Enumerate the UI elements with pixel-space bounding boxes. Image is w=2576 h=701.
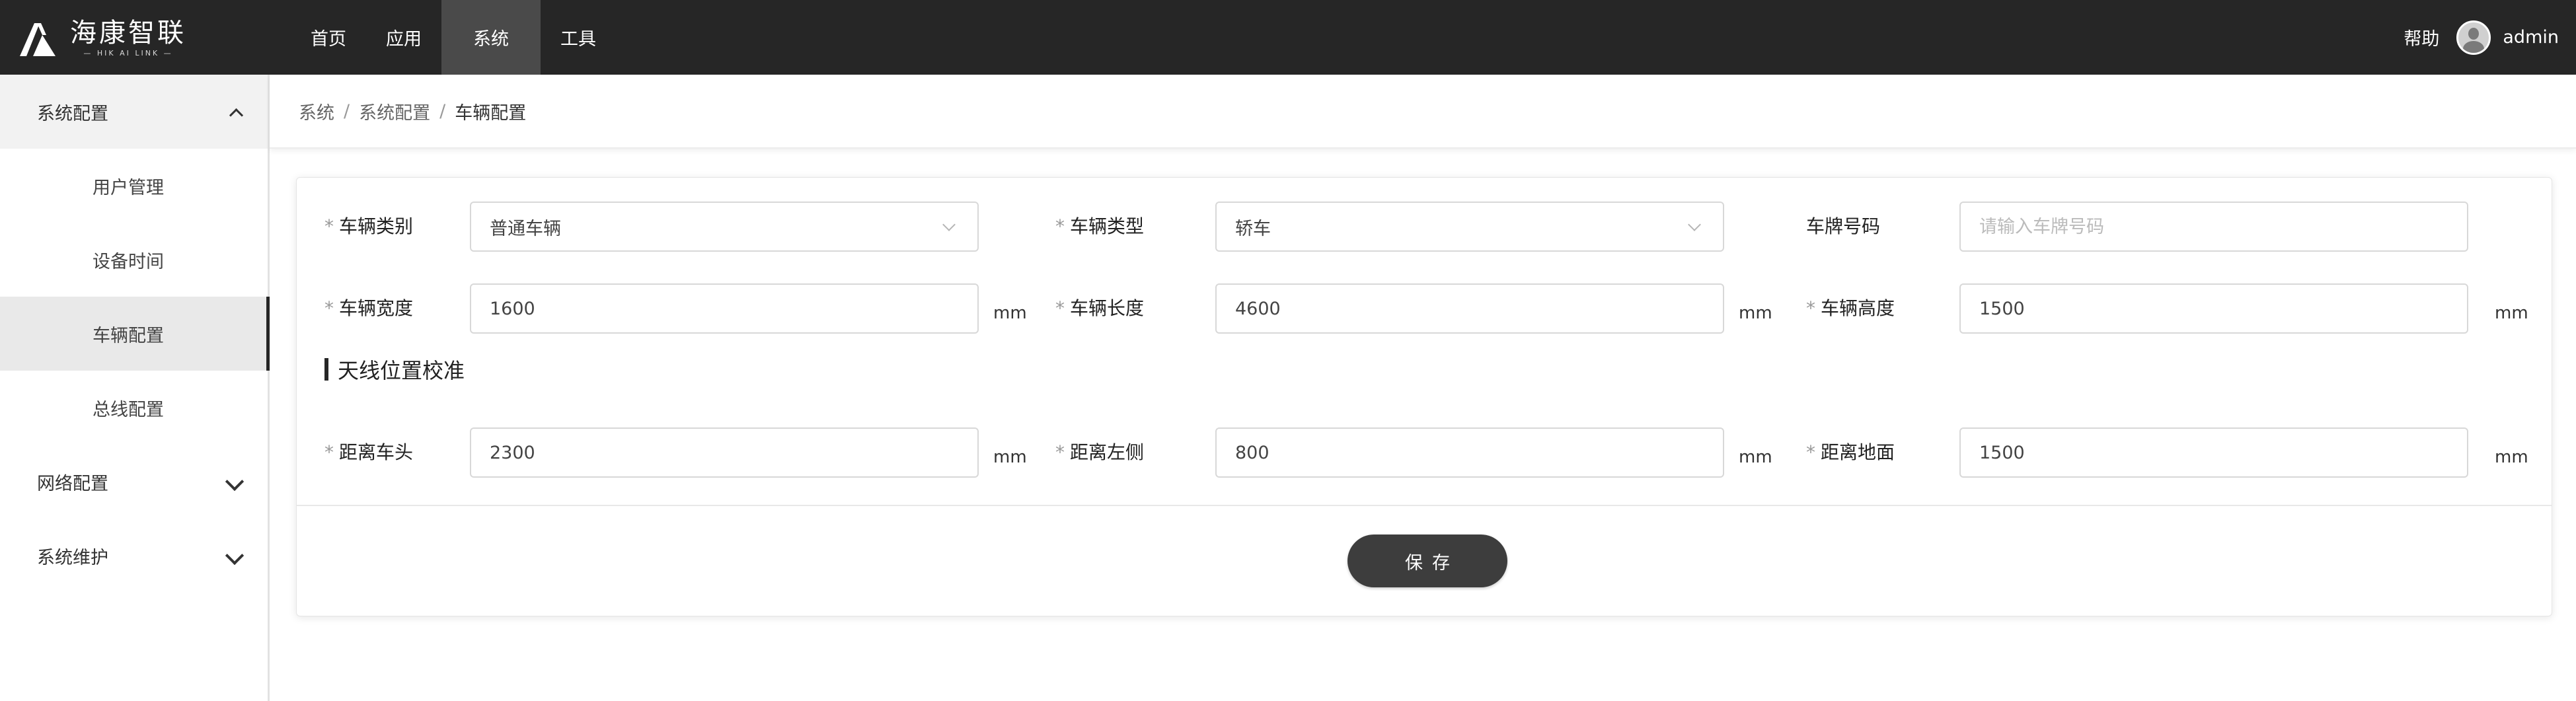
- vehicle-type-label: * 车辆类型: [1055, 215, 1145, 237]
- user-avatar-icon[interactable]: [2456, 20, 2491, 55]
- vehicle-width-label: * 车辆宽度: [324, 297, 414, 319]
- distance-ground-label: * 距离地面: [1806, 441, 1895, 463]
- vehicle-height-input[interactable]: [1979, 298, 2435, 319]
- required-mark: *: [1055, 297, 1065, 319]
- distance-front-field[interactable]: [470, 427, 979, 478]
- chevron-up-icon: [229, 108, 244, 123]
- nav-system[interactable]: 系统: [441, 0, 541, 75]
- form-row-dimensions: *车辆宽度 mm *车辆长度 mm *车辆高度 mm: [297, 283, 2552, 334]
- distance-left-label: * 距离左侧: [1055, 441, 1145, 463]
- form-divider: [297, 505, 2552, 506]
- breadcrumb-item-system-config[interactable]: 系统配置: [359, 98, 430, 124]
- sidebar-group-system-config[interactable]: 系统配置: [0, 75, 268, 149]
- required-mark: *: [324, 441, 334, 463]
- save-button[interactable]: 保存: [1347, 535, 1507, 587]
- sidebar-group-label: 系统维护: [37, 547, 108, 568]
- brand-logo[interactable]: 海康智联 — HIK AI LINK —: [17, 13, 186, 63]
- vehicle-type-value: 轿车: [1235, 218, 1271, 239]
- vehicle-width-field[interactable]: [470, 283, 979, 334]
- vehicle-length-input[interactable]: [1235, 298, 1691, 319]
- distance-front-input[interactable]: [490, 442, 946, 463]
- required-mark: *: [1055, 215, 1065, 237]
- vehicle-category-select[interactable]: 普通车辆: [470, 202, 979, 252]
- logo-mark-icon: [17, 18, 58, 59]
- unit-label: mm: [2495, 447, 2528, 467]
- brand-tagline: — HIK AI LINK —: [83, 49, 173, 57]
- breadcrumb-item-system[interactable]: 系统: [299, 98, 334, 124]
- unit-label: mm: [2495, 303, 2528, 323]
- vehicle-length-label: * 车辆长度: [1055, 297, 1145, 319]
- distance-left-field[interactable]: [1215, 427, 1724, 478]
- chevron-down-icon: [225, 472, 245, 492]
- unit-label: mm: [1739, 447, 1772, 467]
- sidebar: 系统配置 用户管理 设备时间 车辆配置 总线配置 网络配置 系统维护: [0, 75, 270, 701]
- form-row-antenna: *距离车头 mm *距离左侧 mm *距离地面 mm: [297, 427, 2552, 478]
- vehicle-config-panel: *车辆类别 普通车辆 *车辆类型 轿车 车牌号码 *车辆宽度 mm *车辆长度: [296, 177, 2552, 616]
- vehicle-category-label: * 车辆类别: [324, 215, 414, 237]
- sidebar-item-bus-config[interactable]: 总线配置: [0, 371, 268, 445]
- unit-label: mm: [1739, 303, 1772, 323]
- distance-ground-input[interactable]: [1979, 442, 2435, 463]
- plate-number-label: 车牌号码: [1806, 215, 1881, 237]
- chevron-down-icon: [1688, 218, 1701, 231]
- vehicle-height-field[interactable]: [1959, 283, 2468, 334]
- antenna-section-label: 天线位置校准: [338, 358, 465, 383]
- help-link[interactable]: 帮助: [2404, 24, 2439, 50]
- distance-front-label: * 距离车头: [324, 441, 414, 463]
- nav-home[interactable]: 首页: [291, 0, 366, 75]
- top-nav: 首页 应用 系统 工具: [291, 0, 616, 75]
- plate-number-field[interactable]: [1959, 202, 2468, 252]
- section-bar: [324, 358, 328, 381]
- breadcrumb-separator: /: [439, 100, 446, 122]
- required-mark: *: [324, 215, 334, 237]
- distance-ground-field[interactable]: [1959, 427, 2468, 478]
- vehicle-length-field[interactable]: [1215, 283, 1724, 334]
- breadcrumb: 系统 / 系统配置 / 车辆配置: [270, 75, 2576, 149]
- unit-label: mm: [993, 303, 1027, 323]
- breadcrumb-item-vehicle-config: 车辆配置: [455, 102, 527, 124]
- brand-name: 海康智联: [70, 18, 186, 48]
- vehicle-height-label: * 车辆高度: [1806, 297, 1895, 319]
- distance-left-input[interactable]: [1235, 442, 1691, 463]
- sidebar-group-network-config[interactable]: 网络配置: [0, 445, 268, 519]
- vehicle-category-value: 普通车辆: [490, 218, 561, 239]
- unit-label: mm: [993, 447, 1027, 467]
- sidebar-item-vehicle-config[interactable]: 车辆配置: [0, 297, 270, 371]
- required-mark: *: [324, 297, 334, 319]
- sidebar-group-label: 系统配置: [37, 103, 108, 124]
- sidebar-group-label: 网络配置: [37, 473, 108, 494]
- required-mark: *: [1806, 441, 1815, 463]
- required-mark: *: [1055, 441, 1065, 463]
- username[interactable]: admin: [2503, 27, 2559, 48]
- breadcrumb-separator: /: [344, 100, 350, 122]
- antenna-section-title: 天线位置校准: [324, 356, 465, 383]
- required-mark: *: [1806, 297, 1815, 319]
- chevron-down-icon: [942, 218, 956, 231]
- form-row-vehicle-info: * 车辆类别 普通车辆 * 车辆类型 轿车 车牌号码: [297, 202, 2552, 252]
- plate-number-input[interactable]: [1979, 216, 2435, 237]
- sidebar-item-user-management[interactable]: 用户管理: [0, 149, 268, 223]
- user-area: 帮助 admin: [2404, 0, 2559, 75]
- vehicle-width-input[interactable]: [490, 298, 946, 319]
- nav-apps[interactable]: 应用: [366, 0, 441, 75]
- sidebar-item-device-time[interactable]: 设备时间: [0, 223, 268, 297]
- top-bar: 海康智联 — HIK AI LINK — 首页 应用 系统 工具 帮助 admi…: [0, 0, 2576, 75]
- nav-tools[interactable]: 工具: [541, 0, 616, 75]
- sidebar-group-system-maintenance[interactable]: 系统维护: [0, 519, 268, 593]
- chevron-down-icon: [225, 546, 245, 566]
- vehicle-type-select[interactable]: 轿车: [1215, 202, 1724, 252]
